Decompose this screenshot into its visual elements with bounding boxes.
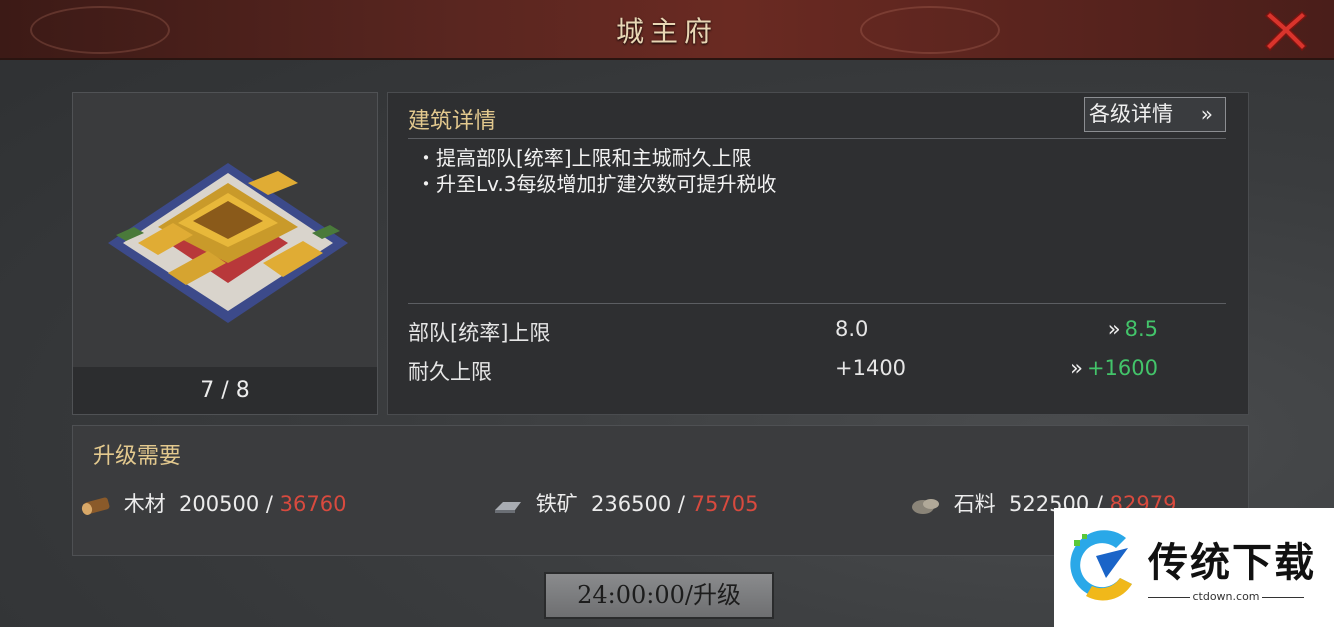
building-card: 7 / 8 [72,92,378,415]
resource-need: 75705 [691,492,759,516]
description-line: ・升至Lv.3每级增加扩建次数可提升税收 [416,172,777,196]
upgrade-button[interactable]: 24:00:00/升级 [544,572,774,619]
divider [408,303,1226,304]
description-line: ・提高部队[统率]上限和主城耐久上限 [416,146,752,170]
stat-next: » +1600 [1070,356,1158,380]
ctdown-logo-icon [1070,530,1132,601]
stat-label: 部队[统率]上限 [408,321,551,345]
stat-next-value: +1600 [1086,356,1158,380]
resource-wood: 木材 200500 / 36760 [79,488,346,518]
requirements-heading: 升级需要 [93,444,182,469]
watermark: 传统下载 ctdown.com [1054,508,1334,627]
double-chevron-right-icon: » [1200,102,1213,126]
stat-next: » 8.5 [1108,317,1158,341]
resource-need: 36760 [279,492,347,516]
resource-name: 木材 [123,492,166,516]
resource-iron: 铁矿 236500 / 75705 [491,488,758,518]
watermark-text: 传统下载 [1148,540,1316,586]
stat-next-value: 8.5 [1124,317,1158,341]
wood-log-icon [81,497,110,515]
resource-have: 236500 / [591,492,692,516]
stat-current: +1400 [835,356,907,380]
building-level: 7 / 8 [73,367,377,414]
stone-icon [912,499,939,514]
building-description: ・提高部队[统率]上限和主城耐久上限 ・升至Lv.3每级增加扩建次数可提升税收 [416,145,777,197]
details-heading: 建筑详情 [408,109,497,134]
level-details-button[interactable]: 各级详情 » [1084,97,1226,132]
resource-have: 200500 / [179,492,280,516]
iron-ore-icon [495,502,521,513]
double-chevron-right-icon: » [1070,356,1083,380]
double-chevron-right-icon: » [1107,317,1121,341]
building-details-panel: 建筑详情 各级详情 » ・提高部队[统率]上限和主城耐久上限 ・升至Lv.3每级… [387,92,1249,415]
palace-building-image [108,163,348,323]
resource-name: 石料 [953,492,996,516]
stat-row-command-cap: 部队[统率]上限 8.0 » 8.5 [408,317,1228,347]
window-title: 城主府 [615,15,718,48]
close-x-icon [1264,10,1308,52]
divider [1262,597,1304,598]
divider [408,138,1226,139]
resource-name: 铁矿 [535,492,578,516]
level-details-label: 各级详情 [1089,102,1173,126]
stat-row-durability-cap: 耐久上限 +1400 » +1600 [408,356,1228,386]
stat-current: 8.0 [835,317,869,341]
title-bar: 城主府 [0,0,1334,60]
stat-label: 耐久上限 [408,360,492,384]
close-button[interactable] [1264,8,1308,52]
